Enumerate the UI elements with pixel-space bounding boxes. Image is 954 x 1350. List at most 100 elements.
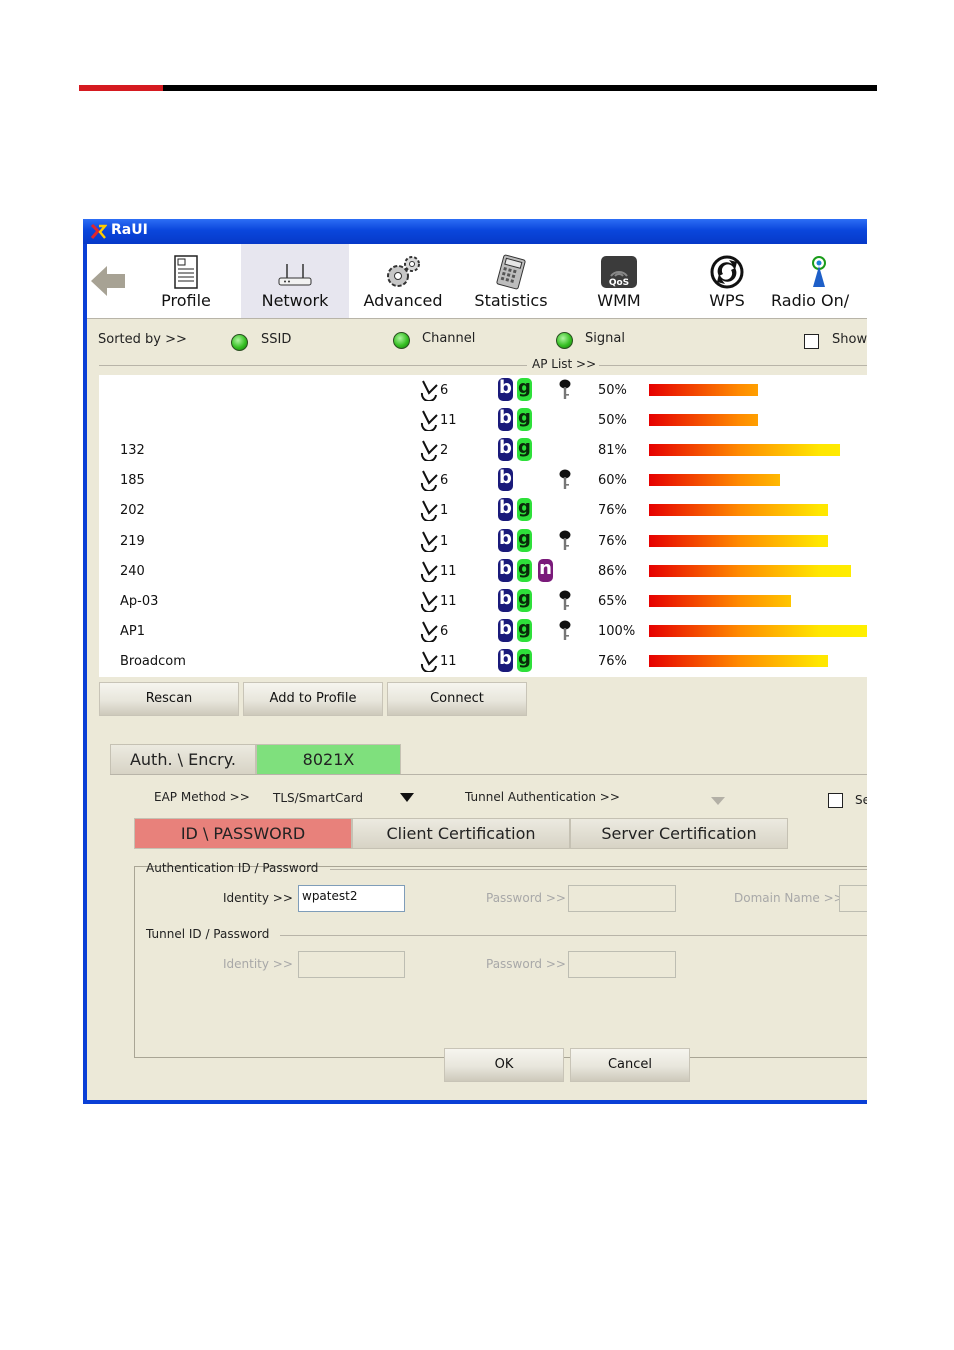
mode-g-badge: g: [517, 408, 532, 432]
lock-key-icon: [559, 620, 571, 640]
ap-row[interactable]: Broadcom 11 b g 76%: [99, 646, 867, 676]
mode-g-badge: g: [517, 438, 532, 462]
qos-icon: QoS: [601, 256, 637, 288]
add-to-profile-button[interactable]: Add to Profile: [243, 682, 383, 716]
show-label: Show: [832, 332, 867, 347]
mode-g-badge: g: [517, 528, 532, 552]
identity-input[interactable]: wpatest2: [298, 885, 405, 912]
tab-client-certification[interactable]: Client Certification: [352, 818, 570, 849]
tab-id-password[interactable]: ID \ PASSWORD: [134, 818, 352, 849]
toolbar-statistics[interactable]: Statistics: [457, 244, 565, 318]
toolbar-divider: [87, 318, 867, 319]
signal-percent: 65%: [598, 593, 627, 609]
eap-method-value[interactable]: TLS/SmartCard: [273, 791, 363, 805]
toolbar-network[interactable]: Network: [241, 244, 349, 318]
wps-icon: [710, 255, 744, 289]
profile-icon: [174, 255, 198, 289]
ap-row[interactable]: 202 1 b g 76%: [99, 495, 867, 525]
ap-row[interactable]: AP1 6 b g 100%: [99, 616, 867, 646]
ap-row[interactable]: Ap-03 11 b g 65%: [99, 586, 867, 616]
ap-row[interactable]: 132 2 b g 81%: [99, 435, 867, 465]
tunnel-identity-input[interactable]: [298, 951, 405, 978]
mode-g-badge: g: [517, 618, 532, 642]
ok-button[interactable]: OK: [444, 1048, 564, 1082]
domain-name-input[interactable]: [839, 885, 867, 912]
ap-row[interactable]: 219 1 b g 76%: [99, 526, 867, 556]
title-bar[interactable]: RaUI: [83, 219, 867, 244]
ap-channel: 11: [440, 413, 457, 429]
mode-n-badge: n: [538, 558, 553, 582]
ssid-sort-label: SSID: [261, 332, 292, 347]
tab-auth-encry[interactable]: Auth. \ Encry.: [110, 744, 256, 775]
toolbar-label: Advanced: [363, 291, 443, 310]
domain-name-label: Domain Name >>: [734, 891, 844, 905]
channel-icon: [420, 440, 438, 462]
toolbar-radio[interactable]: Radio On/: [771, 244, 867, 318]
identity-label: Identity >>: [223, 891, 293, 905]
ap-ssid: AP1: [120, 623, 146, 639]
tunnel-dropdown-arrow-icon[interactable]: [711, 797, 725, 805]
tunnel-password-input[interactable]: [568, 951, 676, 978]
mode-g-badge: g: [517, 558, 532, 582]
ap-channel: 2: [440, 443, 449, 459]
toolbar: Profile Network Advanced Statistics QoS …: [87, 244, 867, 318]
signal-bar: [649, 564, 851, 577]
mode-g-badge: g: [517, 648, 532, 672]
mode-b-badge: b: [498, 378, 513, 401]
rescan-button[interactable]: Rescan: [99, 682, 239, 716]
cancel-button[interactable]: Cancel: [570, 1048, 690, 1082]
signal-percent: 60%: [598, 473, 627, 489]
sorted-by-label: Sorted by >>: [98, 332, 187, 347]
app-icon: [90, 223, 107, 239]
toolbar-label: WPS: [709, 291, 745, 310]
ap-channel: 11: [440, 563, 457, 579]
signal-percent: 50%: [598, 413, 627, 429]
ap-row[interactable]: 11 b g 50%: [99, 405, 867, 435]
signal-bar: [649, 594, 791, 607]
signal-sort-radio[interactable]: [556, 332, 573, 349]
aplist-divider-left: [99, 365, 527, 366]
signal-bar: [649, 624, 867, 637]
toolbar-label: Profile: [161, 291, 211, 310]
mode-g-badge: g: [517, 588, 532, 612]
ap-list[interactable]: 6 b g 50% 11 b g 50% 132 2 b g 81% 185 6 b 60% 202 1 b g 76% 2…: [99, 375, 867, 677]
tab-server-certification[interactable]: Server Certification: [570, 818, 788, 849]
channel-sort-radio[interactable]: [393, 332, 410, 349]
back-arrow-icon[interactable]: [89, 262, 127, 300]
eap-dropdown-arrow-icon[interactable]: [400, 793, 414, 802]
toolbar-wps[interactable]: WPS: [673, 244, 781, 318]
svg-text:QoS: QoS: [609, 278, 629, 288]
channel-icon: [420, 470, 438, 492]
ap-ssid: 240: [120, 563, 145, 579]
channel-icon: [420, 380, 438, 401]
ap-ssid: Ap-03: [120, 593, 159, 609]
ap-row[interactable]: 240 11 b g n 86%: [99, 556, 867, 586]
signal-sort-label: Signal: [585, 331, 625, 346]
tab-8021x[interactable]: 8021X: [256, 744, 401, 775]
raui-window: RaUI Profile Network Advanced Statistics…: [83, 219, 867, 1104]
gears-icon: [387, 256, 420, 287]
aplist-divider-right: [599, 365, 867, 366]
window-title: RaUI: [111, 222, 148, 238]
show-checkbox[interactable]: [804, 334, 819, 349]
signal-bar: [649, 444, 840, 457]
password-input[interactable]: [568, 885, 676, 912]
ssid-sort-radio[interactable]: [231, 334, 248, 351]
channel-icon: [420, 621, 438, 642]
channel-icon: [420, 651, 438, 672]
channel-sort-label: Channel: [422, 331, 476, 346]
ap-row[interactable]: 185 6 b 60%: [99, 465, 867, 495]
ap-row[interactable]: 6 b g 50%: [99, 375, 867, 405]
ap-channel: 6: [440, 623, 449, 639]
toolbar-label: Statistics: [474, 291, 548, 310]
se-checkbox[interactable]: [828, 793, 843, 808]
lock-key-icon: [559, 590, 571, 610]
toolbar-profile[interactable]: Profile: [132, 244, 240, 318]
toolbar-advanced[interactable]: Advanced: [349, 244, 457, 318]
tunnel-identity-label: Identity >>: [223, 957, 293, 971]
toolbar-wmm[interactable]: QoS WMM: [565, 244, 673, 318]
auth-group-title: Authentication ID / Password: [146, 861, 319, 875]
mode-b-badge: b: [498, 498, 513, 522]
connect-button[interactable]: Connect: [387, 682, 527, 716]
signal-percent: 81%: [598, 443, 627, 459]
